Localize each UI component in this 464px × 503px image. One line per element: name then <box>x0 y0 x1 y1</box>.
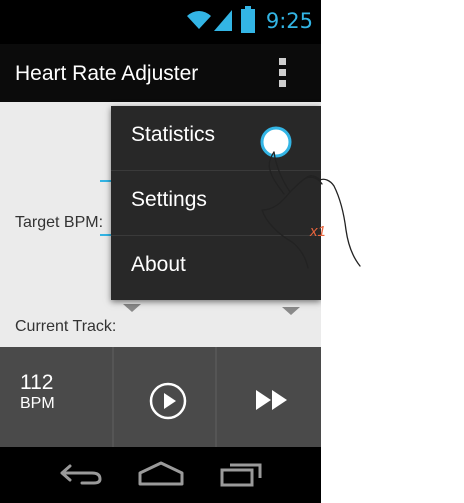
play-icon <box>149 382 187 420</box>
play-button[interactable] <box>114 347 215 447</box>
back-icon[interactable] <box>58 461 104 485</box>
battery-icon <box>241 6 255 33</box>
bpm-display: 112 BPM <box>0 347 112 447</box>
status-time: 9:25 <box>265 9 313 33</box>
action-bar: Heart Rate Adjuster <box>0 44 321 102</box>
bpm-value: 112 <box>20 371 54 394</box>
app-title: Heart Rate Adjuster <box>15 62 199 85</box>
navigation-bar <box>0 447 321 503</box>
playback-controls: 112 BPM <box>0 347 321 447</box>
signal-icon <box>214 10 232 31</box>
spinner-dropdown-arrow[interactable] <box>282 307 300 315</box>
bpm-unit: BPM <box>20 395 55 412</box>
spinner-dropdown-arrow[interactable] <box>123 304 141 312</box>
home-icon[interactable] <box>136 461 186 487</box>
current-track-label: Current Track: <box>15 318 117 335</box>
fast-forward-icon <box>256 390 287 410</box>
wifi-icon <box>187 11 211 30</box>
recents-icon[interactable] <box>218 460 266 488</box>
status-bar: 9:25 <box>0 0 321 44</box>
menu-item-label: Statistics <box>131 123 216 146</box>
menu-item-label: About <box>131 253 186 276</box>
target-bpm-label: Target BPM: <box>15 214 104 231</box>
tap-count-label: x1 <box>309 223 326 240</box>
fast-forward-button[interactable] <box>217 347 321 447</box>
hand-tap-icon: x1 <box>260 126 361 269</box>
menu-item-label: Settings <box>131 188 207 211</box>
overflow-menu-icon[interactable] <box>279 58 287 88</box>
